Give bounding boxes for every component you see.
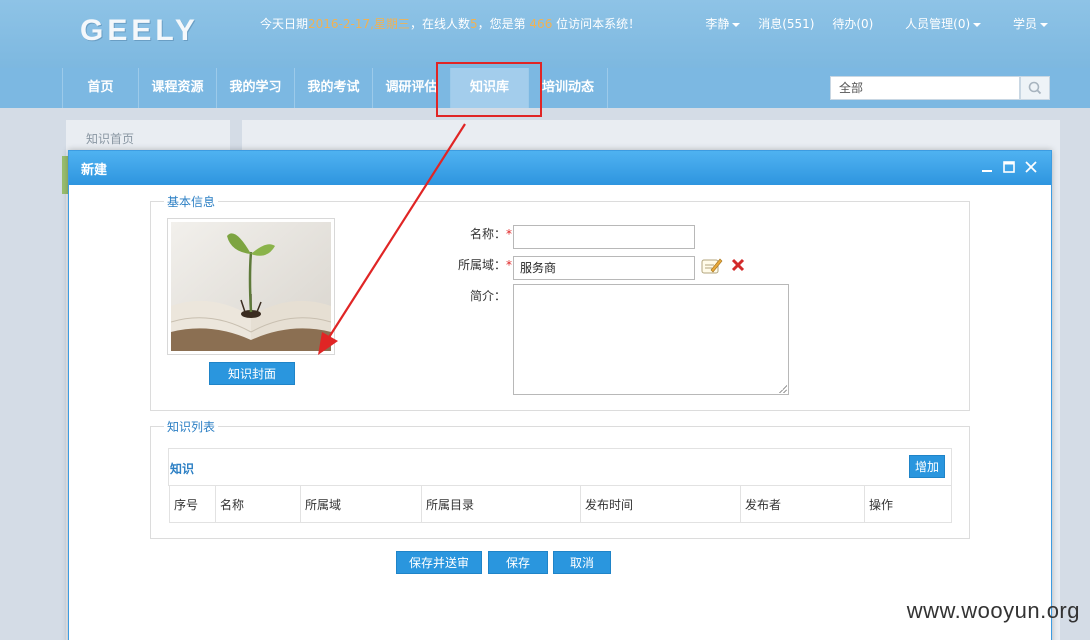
domain-label-text: 所属域： [457,258,506,272]
save-button[interactable]: 保存 [488,551,548,574]
chevron-down-icon [732,22,741,27]
current-date: 2016-2-17,星期三 [308,17,410,31]
domain-label: 所属域：* [440,256,512,273]
required-mark: * [506,227,512,241]
watermark: www.wooyun.org [906,598,1080,623]
intro-label: 简介： [469,289,506,303]
search-icon [1028,81,1042,95]
column-header-publish-time: 发布时间 [580,485,741,523]
book-sprout-image [170,222,332,351]
column-header-index: 序号 [169,485,216,523]
search-input[interactable]: 全部 [830,76,1020,100]
dialog-title: 新建 [81,163,108,178]
required-mark: * [506,258,512,272]
sidebar-item-knowledge-home[interactable]: 知识首页 [86,130,134,147]
logo: GEELY [80,14,199,47]
resize-grip-icon[interactable] [779,385,787,393]
main-nav: 首页 课程资源 我的学习 我的考试 调研评估 知识库 培训动态 全部 [0,68,1090,108]
cover-image-frame [167,218,335,355]
people-mgmt-menu[interactable]: 人员管理(0) [891,17,982,31]
knowledge-list-title: 知识 [170,462,195,476]
user-name: 李静 [705,17,730,31]
add-knowledge-button[interactable]: 增加 [909,455,945,478]
cancel-button[interactable]: 取消 [553,551,611,574]
user-menu[interactable]: 李静 [691,17,741,31]
chevron-down-icon [1040,22,1048,27]
role-menu[interactable]: 学员 [999,17,1048,31]
intro-textarea[interactable] [513,284,789,395]
visitor-number: 466 [529,17,553,31]
domain-field[interactable]: 服务商 [513,256,695,280]
column-header-name: 名称 [215,485,301,523]
online-count: 5 [469,17,478,31]
knowledge-list-header [168,448,952,486]
welcome-message: 今天日期2016-2-17,星期三，在线人数5，您是第 466 位访问本系统！ [260,15,640,32]
column-header-domain: 所属域 [300,485,422,523]
chevron-down-icon [973,22,982,27]
close-icon[interactable] [1023,159,1039,175]
maximize-icon[interactable] [1001,159,1017,175]
delete-icon[interactable] [730,257,746,273]
column-header-actions: 操作 [864,485,952,523]
todo-link[interactable]: 待办(0) [832,17,873,31]
name-field[interactable] [513,225,695,249]
role-label: 学员 [1012,17,1037,31]
knowledge-table: 序号 名称 所属域 所属目录 发布时间 发布者 操作 [169,485,952,523]
welcome-suffix: 位访问本系统！ [552,17,641,31]
name-label-text: 名称： [469,227,506,241]
nav-item-my-study[interactable]: 我的学习 [216,68,294,108]
messages-link[interactable]: 消息(551) [758,17,814,31]
column-header-directory: 所属目录 [421,485,581,523]
top-menu: 李静 消息(551) 待办(0) 人员管理(0) 学员 [677,15,1048,32]
knowledge-cover-button[interactable]: 知识封面 [209,362,295,385]
name-label: 名称：* [440,225,512,242]
nav-item-home[interactable]: 首页 [62,68,138,108]
knowledge-list-legend: 知识列表 [164,418,219,435]
nav-item-courses[interactable]: 课程资源 [138,68,216,108]
basic-info-legend: 基本信息 [164,193,219,210]
nav-item-my-exams[interactable]: 我的考试 [294,68,372,108]
people-mgmt-label: 人员管理(0) [905,17,971,31]
column-header-publisher: 发布者 [740,485,865,523]
search-button[interactable] [1020,76,1050,100]
save-and-submit-button[interactable]: 保存并送审 [396,551,482,574]
minimize-icon[interactable] [979,159,995,175]
welcome-visitor-label: ，您是第 [477,17,530,31]
dialog-titlebar: 新建 [69,151,1051,185]
table-header-row: 序号 名称 所属域 所属目录 发布时间 发布者 操作 [169,485,952,523]
edit-icon[interactable] [701,256,723,276]
annotation-highlight-box [436,62,542,117]
welcome-online-label: ，在线人数 [409,17,470,31]
welcome-prefix: 今天日期 [260,17,309,31]
top-header: GEELY 今天日期2016-2-17,星期三，在线人数5，您是第 466 位访… [0,0,1090,68]
